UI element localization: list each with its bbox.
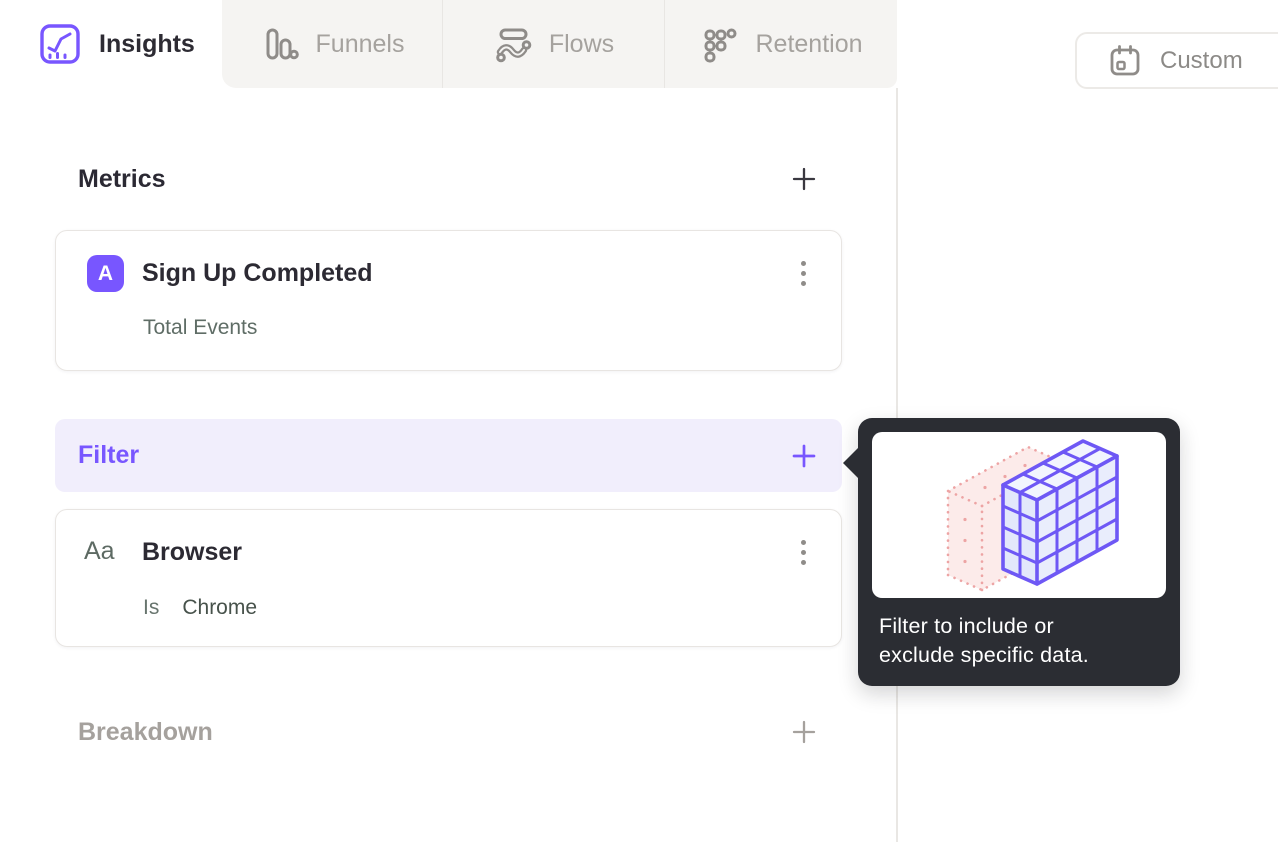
- flows-wave-icon: [496, 28, 532, 63]
- metric-subtitle[interactable]: Total Events: [143, 316, 257, 340]
- tab-retention[interactable]: Retention: [664, 0, 897, 88]
- string-property-icon: Aa: [84, 537, 115, 565]
- filter-title: Filter: [78, 441, 140, 469]
- filter-clause[interactable]: Is Chrome: [143, 596, 257, 620]
- funnels-bars-icon: [266, 28, 299, 60]
- filter-operator[interactable]: Is: [143, 596, 159, 620]
- tooltip-arrow: [843, 447, 859, 479]
- metrics-title: Metrics: [78, 164, 166, 193]
- filter-section-header[interactable]: Filter: [55, 419, 842, 492]
- add-filter-button[interactable]: [789, 441, 819, 471]
- insights-chart-icon: [40, 24, 80, 64]
- date-range-label: Custom: [1160, 46, 1243, 74]
- metric-card[interactable]: A Sign Up Completed Total Events: [55, 230, 842, 371]
- kebab-menu-icon[interactable]: [799, 259, 808, 288]
- metrics-section-header: Metrics: [55, 156, 842, 202]
- filter-property-name: Browser: [142, 538, 243, 566]
- tab-flows-label: Flows: [548, 29, 615, 58]
- filter-card[interactable]: Aa Browser Is Chrome: [55, 509, 842, 647]
- filter-value[interactable]: Chrome: [182, 596, 257, 620]
- tooltip-illustration-panel: [872, 432, 1166, 598]
- insights-report-builder: Insights Funnels Flows Retention Custom …: [0, 0, 1278, 842]
- tab-strip: Funnels Flows Retention: [222, 0, 897, 88]
- date-range-button[interactable]: Custom: [1075, 32, 1278, 89]
- tab-funnels[interactable]: Funnels: [222, 0, 442, 88]
- breakdown-title: Breakdown: [78, 717, 213, 746]
- breakdown-section-header: Breakdown: [55, 706, 842, 758]
- calendar-icon: [1110, 44, 1140, 75]
- tab-funnels-label: Funnels: [315, 29, 405, 58]
- tab-flows[interactable]: Flows: [442, 0, 664, 88]
- metric-badge: A: [87, 255, 124, 292]
- tab-insights[interactable]: Insights: [0, 0, 222, 88]
- tab-insights-label: Insights: [99, 29, 195, 58]
- retention-dots-icon: [704, 28, 737, 63]
- tooltip-text: Filter to include or exclude specific da…: [879, 614, 1089, 667]
- add-breakdown-button[interactable]: [789, 717, 819, 747]
- metric-title: Sign Up Completed: [142, 259, 373, 287]
- kebab-menu-icon[interactable]: [799, 538, 808, 567]
- filter-cubes-illustration: [946, 439, 1119, 592]
- filter-tooltip: Filter to include or exclude specific da…: [843, 418, 1180, 686]
- tab-retention-label: Retention: [755, 29, 863, 58]
- add-metric-button[interactable]: [789, 164, 819, 194]
